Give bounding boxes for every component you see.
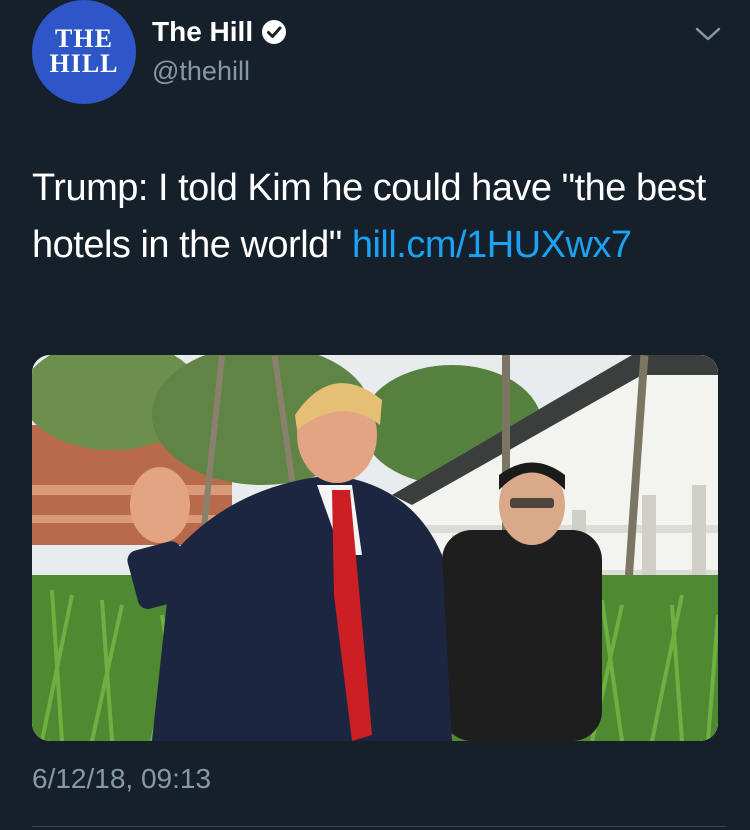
- avatar-logo-text: HILL: [49, 49, 119, 78]
- handle[interactable]: @thehill: [152, 56, 250, 87]
- photo-illustration: [32, 355, 718, 741]
- avatar[interactable]: THE HILL: [32, 0, 136, 104]
- chevron-down-icon[interactable]: [694, 24, 722, 44]
- display-name[interactable]: The Hill: [152, 16, 253, 48]
- name-row: The Hill: [152, 16, 287, 48]
- tweet-link[interactable]: hill.cm/1HUXwx7: [352, 224, 632, 266]
- tweet-photo[interactable]: [32, 355, 718, 741]
- verified-badge-icon: [262, 20, 287, 44]
- tweet-timestamp[interactable]: 6/12/18, 09:13: [32, 763, 211, 795]
- divider: [32, 826, 726, 827]
- tweet-text: Trump: I told Kim he could have "the bes…: [32, 160, 712, 274]
- tweet: THE HILL The Hill @thehill Trump: I told…: [0, 0, 750, 830]
